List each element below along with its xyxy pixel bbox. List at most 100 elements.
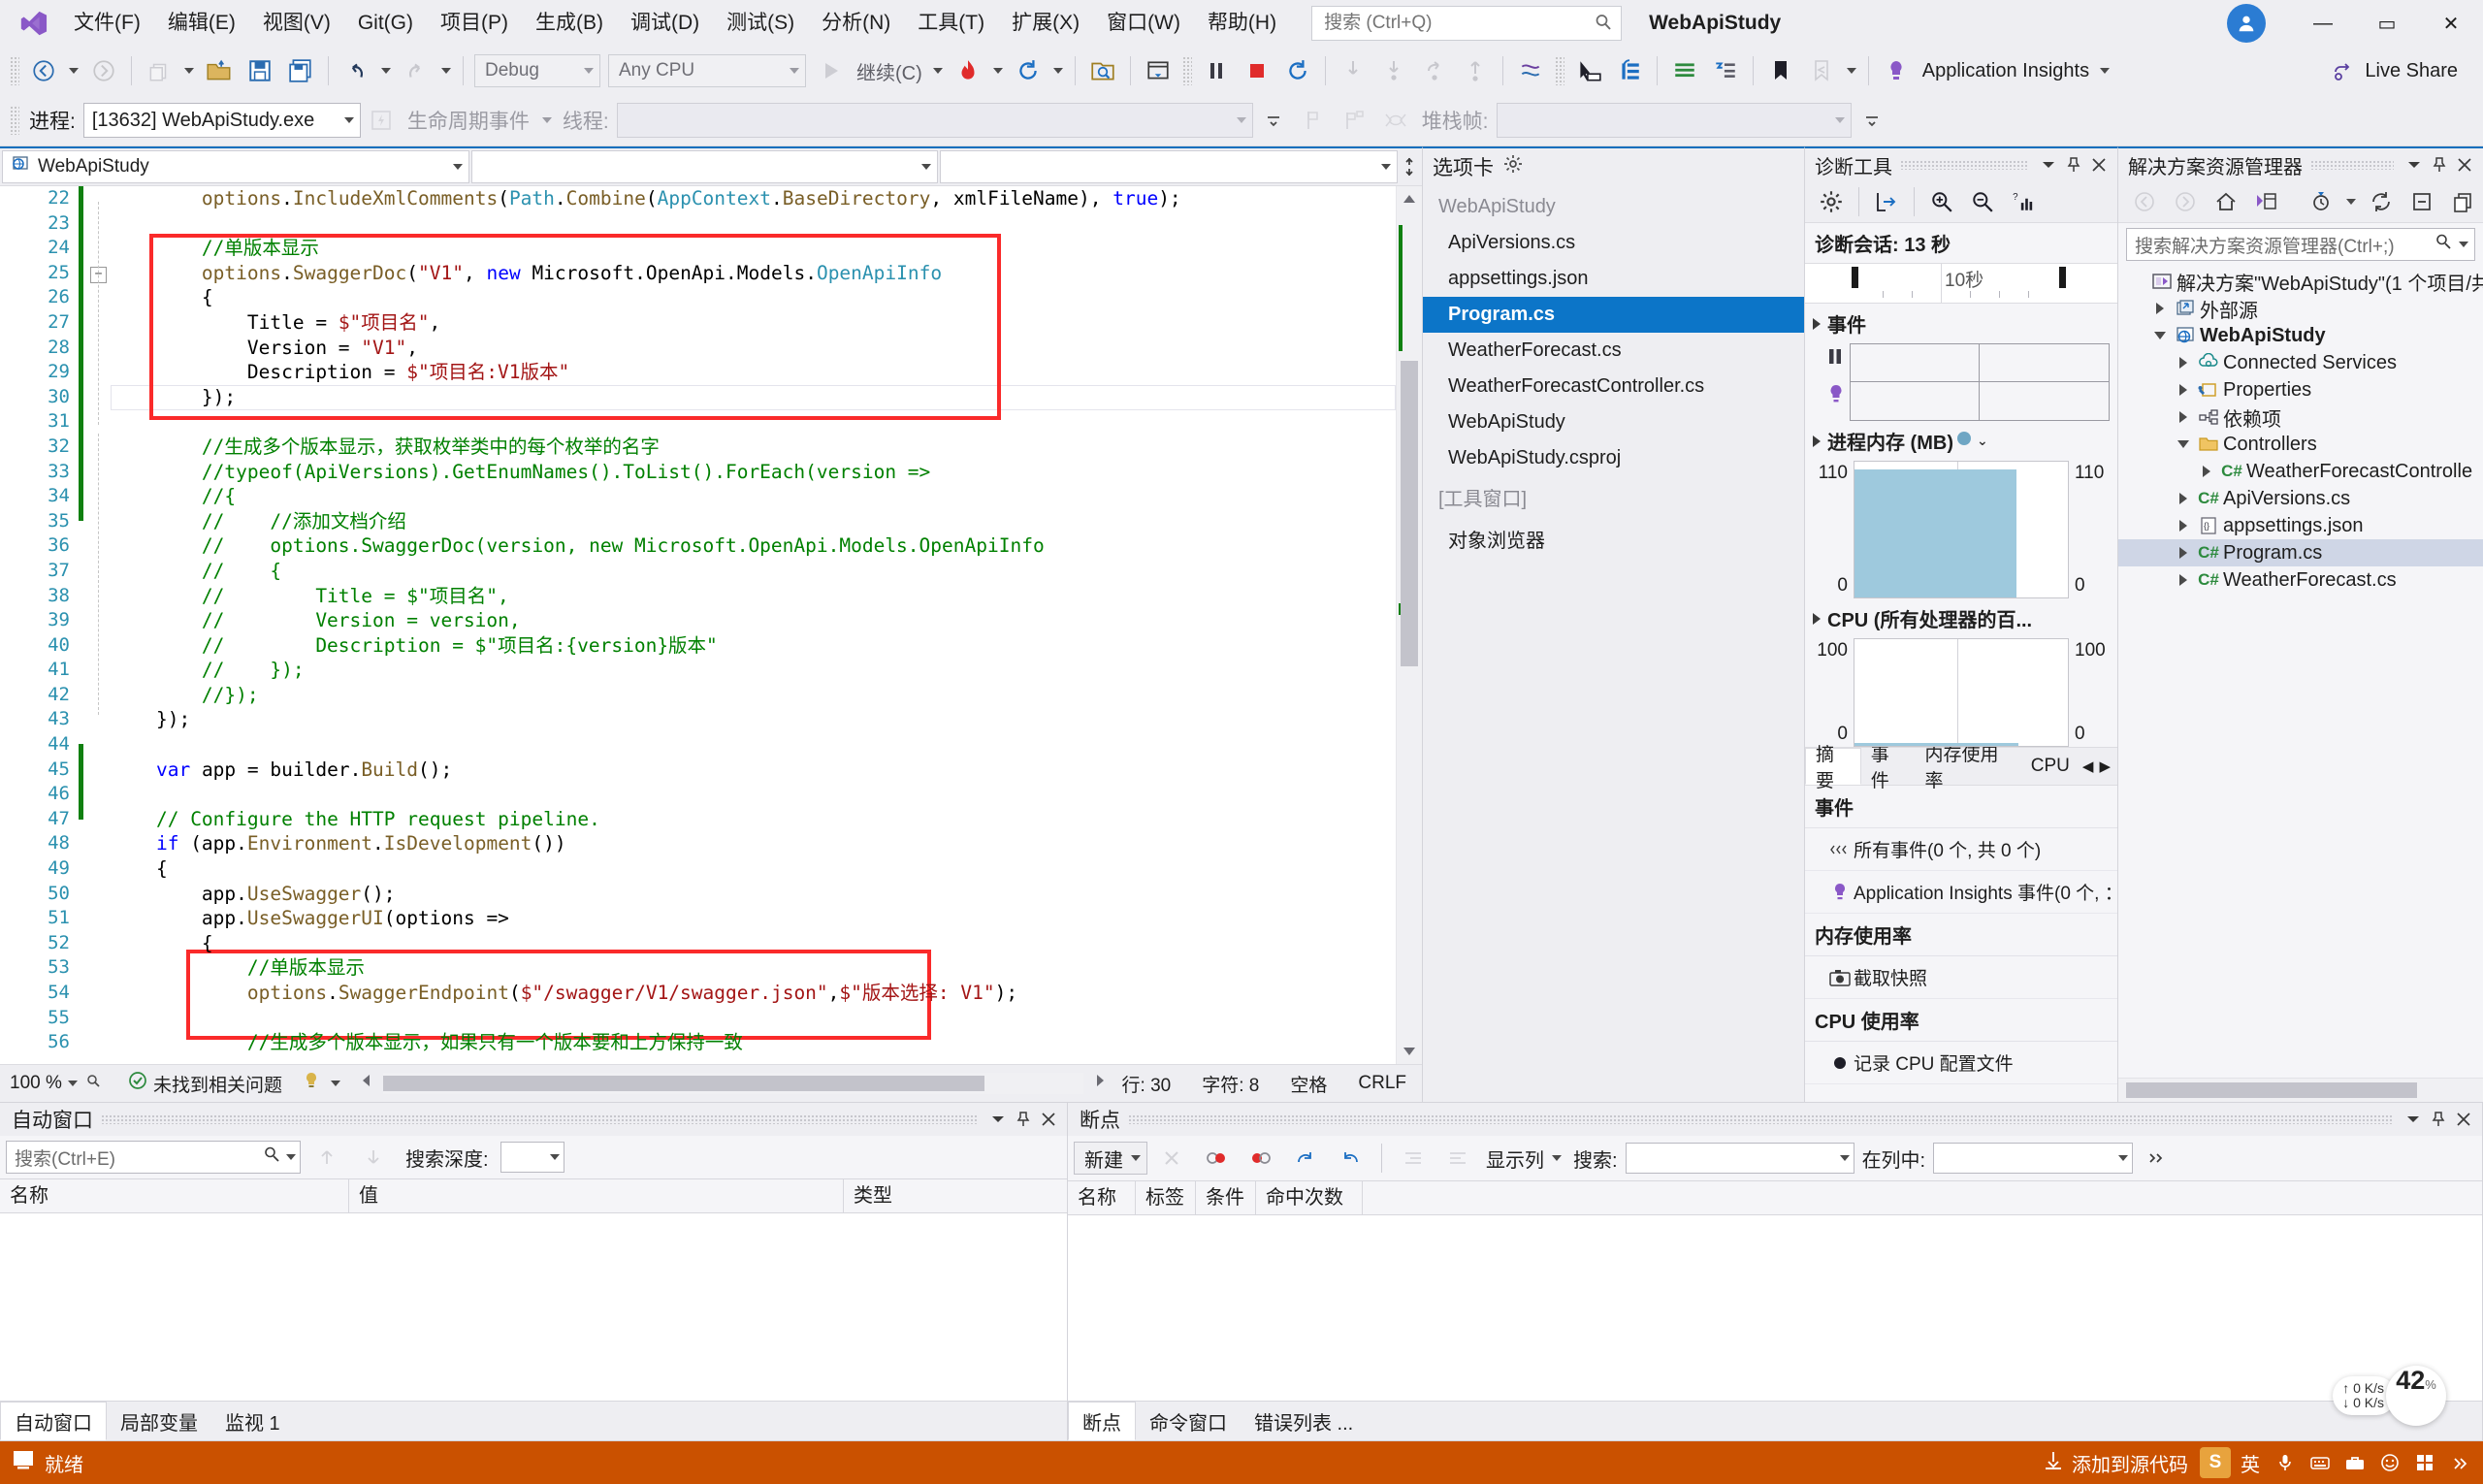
code-surface[interactable]: 22 23 24 25 26 27 28 29 30 31 32 33 34 35 36 37 38 39 40 41…: [0, 186, 1422, 1064]
undo-button[interactable]: [336, 49, 376, 92]
editor-horizontal-scrollbar[interactable]: [383, 1073, 1083, 1094]
cpu-usage-circle[interactable]: 42 %: [2386, 1366, 2446, 1426]
toggle-bookmark-button[interactable]: [1760, 49, 1801, 92]
diagnostics-tab[interactable]: 摘要: [1805, 745, 1861, 791]
breakpoints-overflow-icon[interactable]: [2137, 1137, 2177, 1179]
breakpoints-search-input[interactable]: [1625, 1143, 1854, 1174]
panel-tab[interactable]: 断点: [1068, 1402, 1136, 1440]
import-breakpoints-button[interactable]: [1330, 1137, 1370, 1179]
break-all-button[interactable]: [1196, 49, 1237, 92]
code-line[interactable]: [111, 211, 1396, 237]
tree-node[interactable]: Connected Services: [2118, 349, 2483, 376]
menu-git[interactable]: Git(G): [344, 0, 427, 47]
code-line[interactable]: //生成多个版本显示，获取枚举类中的每个枚举的名字: [111, 435, 1396, 460]
thread-combo[interactable]: [616, 103, 1253, 138]
code-line[interactable]: Version = "V1",: [111, 336, 1396, 361]
toolbox-icon[interactable]: [2339, 1447, 2370, 1478]
expander-collapsed-icon[interactable]: [2173, 547, 2194, 559]
uncomment-lines-button[interactable]: [1705, 49, 1746, 92]
pin-icon[interactable]: [2427, 152, 2452, 177]
expander-expanded-icon[interactable]: [2149, 332, 2171, 339]
in-column-input[interactable]: [1933, 1143, 2134, 1174]
lifecycle-events-icon[interactable]: [361, 99, 402, 142]
continue-button[interactable]: [810, 49, 851, 92]
undo-dropdown-icon[interactable]: [381, 68, 391, 74]
export-icon[interactable]: [1866, 180, 1907, 223]
code-line[interactable]: // Description = $"项目名:{version}版本": [111, 633, 1396, 659]
panel-drag-dots[interactable]: [101, 1114, 978, 1124]
filter-dropdown-icon[interactable]: [2346, 199, 2356, 205]
minimize-button[interactable]: —: [2291, 0, 2355, 47]
expander-collapsed-icon[interactable]: [2173, 520, 2194, 532]
redo-dropdown-icon[interactable]: [441, 68, 451, 74]
gear-icon[interactable]: [1503, 154, 1523, 179]
microphone-icon[interactable]: [2270, 1447, 2301, 1478]
code-line[interactable]: options.SwaggerDoc("V1", new Microsoft.O…: [111, 261, 1396, 286]
toolbar-grip[interactable]: [10, 56, 19, 85]
hscroll-thumb[interactable]: [2126, 1082, 2417, 1098]
close-icon[interactable]: [2086, 152, 2112, 177]
editor-vertical-scrollbar[interactable]: [1396, 186, 1422, 1064]
select-element-button[interactable]: [1568, 49, 1609, 92]
hscroll-thumb[interactable]: [383, 1076, 985, 1091]
scroll-down-arrow[interactable]: [1397, 1039, 1422, 1064]
type-dropdown[interactable]: [470, 150, 938, 183]
hot-reload-button[interactable]: [948, 49, 988, 92]
navigate-backward-button[interactable]: [23, 49, 64, 92]
panel-drag-dots[interactable]: [1128, 1114, 2393, 1124]
refresh-button[interactable]: [2361, 180, 2402, 223]
code-line[interactable]: {: [111, 285, 1396, 310]
diagnostics-settings-icon[interactable]: [1811, 180, 1852, 223]
lifecycle-dropdown-icon[interactable]: [541, 117, 552, 123]
code-line[interactable]: //生成多个版本显示，如果只有一个版本要和上方保持一致: [111, 1030, 1396, 1055]
cpu-section-header[interactable]: CPU (所有处理器的百...: [1805, 598, 2117, 638]
restart-debugging-button[interactable]: [1277, 49, 1318, 92]
code-line[interactable]: //typeof(ApiVersions).GetEnumNames().ToL…: [111, 460, 1396, 485]
code-line[interactable]: [111, 782, 1396, 807]
code-line[interactable]: //{: [111, 484, 1396, 509]
panel-tab[interactable]: 错误列表 ...: [1241, 1402, 1367, 1440]
column-header-hitcount[interactable]: 命中次数: [1256, 1181, 1363, 1214]
sogou-tray-icon[interactable]: S: [2200, 1447, 2231, 1478]
close-button[interactable]: ✕: [2419, 0, 2483, 47]
bookmark-dropdown-icon[interactable]: [1846, 68, 1856, 74]
tree-node[interactable]: 依赖项: [2118, 403, 2483, 431]
column-header-name[interactable]: 名称: [0, 1179, 349, 1212]
restart-dropdown-icon[interactable]: [1052, 68, 1063, 74]
collapse-all-button[interactable]: [2402, 180, 2442, 223]
back-button[interactable]: [2124, 180, 2165, 223]
panel-tab[interactable]: 局部变量: [107, 1402, 211, 1440]
toolbar-grip[interactable]: [1181, 56, 1192, 85]
memory-section-header[interactable]: 进程内存 (MB) ⌄: [1805, 421, 2117, 461]
code-line[interactable]: });: [111, 707, 1396, 732]
split-editor-button[interactable]: [1398, 148, 1422, 185]
code-line[interactable]: //单版本显示: [111, 955, 1396, 981]
diagnostics-tab[interactable]: 内存使用率: [1915, 745, 2020, 791]
diagnostics-tab[interactable]: CPU: [2021, 748, 2080, 785]
save-all-button[interactable]: [280, 49, 321, 92]
expander-collapsed-icon[interactable]: [2196, 466, 2217, 477]
export-breakpoints-button[interactable]: [1285, 1137, 1326, 1179]
search-input[interactable]: [1322, 12, 1595, 35]
toolbar-grip[interactable]: [10, 106, 19, 135]
solution-platform-combo[interactable]: Any CPU: [608, 54, 806, 87]
code-line[interactable]: Title = $"项目名",: [111, 310, 1396, 336]
solution-explorer-view-button[interactable]: [2246, 180, 2287, 223]
menu-window[interactable]: 窗口(W): [1093, 0, 1194, 47]
code-line[interactable]: //});: [111, 683, 1396, 708]
panel-drag-dots[interactable]: [2310, 160, 2394, 170]
outlining-column[interactable]: − −: [85, 186, 111, 1064]
panel-tab[interactable]: 监视 1: [211, 1402, 294, 1440]
new-project-button[interactable]: [139, 49, 179, 92]
diagnostics-summary-row[interactable]: Application Insights 事件(0 个, ：: [1805, 871, 2117, 914]
zoom-reset-icon[interactable]: ?: [2003, 180, 2044, 223]
expander-collapsed-icon[interactable]: [2173, 493, 2194, 504]
find-in-files-button[interactable]: [1082, 49, 1123, 92]
tabs-well-item[interactable]: WeatherForecastController.cs: [1423, 369, 1804, 404]
panel-tab[interactable]: 自动窗口: [0, 1402, 107, 1440]
menu-view[interactable]: 视图(V): [249, 0, 344, 47]
keyboard-icon[interactable]: [2305, 1447, 2336, 1478]
code-line[interactable]: {: [111, 856, 1396, 882]
panel-drag-dots[interactable]: [1900, 160, 2028, 170]
close-icon[interactable]: [2452, 152, 2477, 177]
